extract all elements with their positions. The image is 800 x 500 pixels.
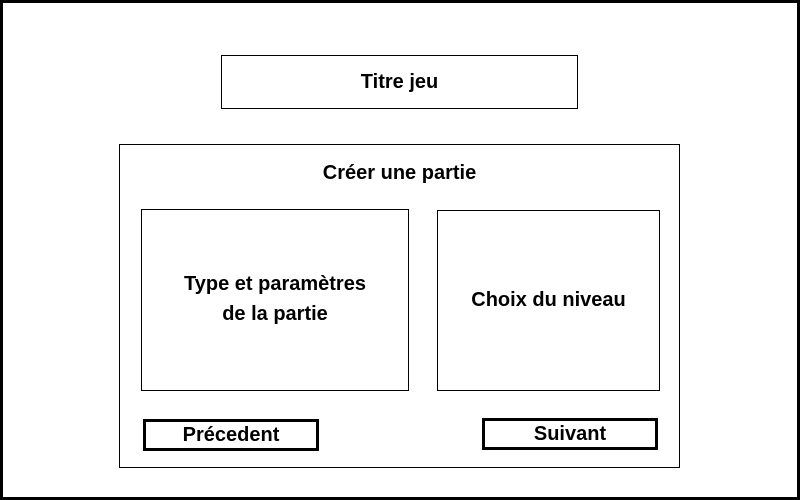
game-title-box: Titre jeu (221, 55, 578, 109)
game-title: Titre jeu (360, 71, 439, 93)
game-type-settings-label: Type et paramètres de la partie (184, 273, 366, 325)
game-type-settings-panel[interactable]: Type et paramètres de la partie (141, 209, 409, 391)
previous-button[interactable]: Précedent (143, 419, 319, 451)
next-button[interactable]: Suivant (482, 418, 658, 450)
create-game-heading: Créer une partie (322, 162, 477, 184)
level-choice-label: Choix du niveau (471, 289, 626, 311)
level-choice-panel[interactable]: Choix du niveau (437, 210, 660, 391)
